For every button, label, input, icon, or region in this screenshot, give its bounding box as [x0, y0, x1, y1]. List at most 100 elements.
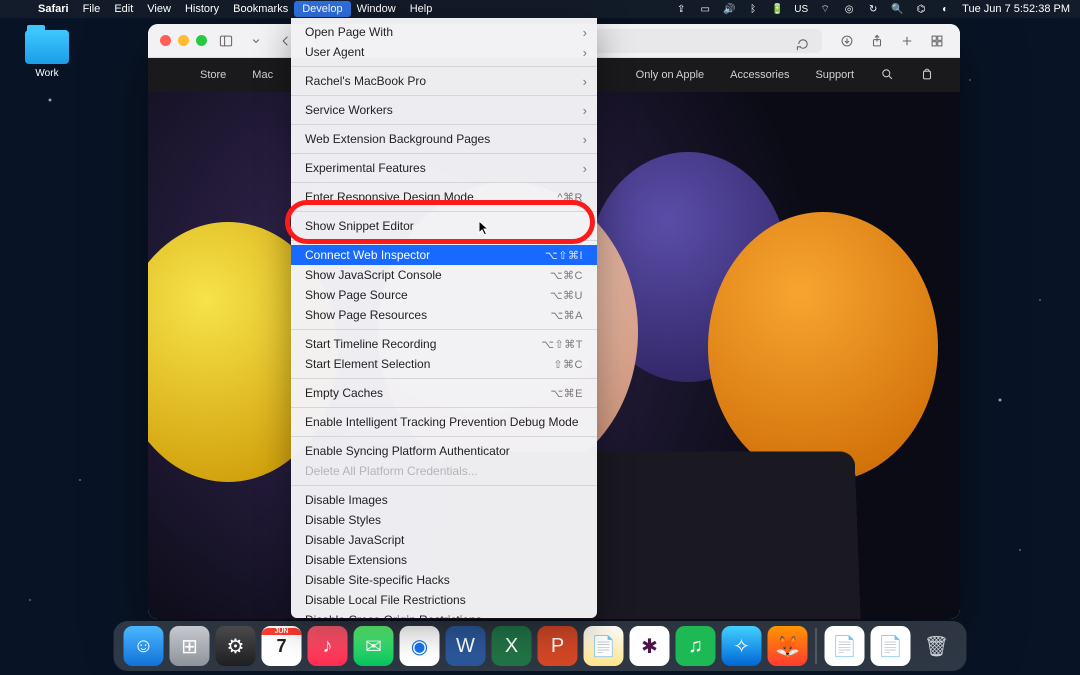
menu-item-enter-responsive-design-mode[interactable]: Enter Responsive Design Mode^⌘R [291, 187, 597, 207]
menu-item-connect-web-inspector[interactable]: Connect Web Inspector⌥⇧⌘I [291, 245, 597, 265]
control-center-icon[interactable]: ⌬ [914, 2, 928, 16]
zoom-button[interactable] [196, 35, 207, 46]
menu-item-show-javascript-console[interactable]: Show JavaScript Console⌥⌘C [291, 265, 597, 285]
menu-item-label: Disable Cross-Origin Restrictions [305, 613, 583, 618]
dock-messages[interactable]: ✉ [354, 626, 394, 666]
dock-word[interactable]: W [446, 626, 486, 666]
menu-item-label: Disable Site-specific Hacks [305, 573, 583, 587]
menu-item-label: Web Extension Background Pages [305, 132, 583, 146]
menu-history[interactable]: History [185, 3, 219, 15]
menu-item-label: Disable Extensions [305, 553, 583, 567]
menu-item-start-timeline-recording[interactable]: Start Timeline Recording⌥⇧⌘T [291, 334, 597, 354]
shortcut-label: ⌥⌘E [550, 387, 583, 400]
menu-item-rachel-s-macbook-pro[interactable]: Rachel's MacBook Pro [291, 71, 597, 91]
nav-store[interactable]: Store [200, 69, 226, 81]
menu-item-service-workers[interactable]: Service Workers [291, 100, 597, 120]
volume-icon[interactable]: 🔊 [722, 2, 736, 16]
menubar: Safari File Edit View History Bookmarks Devel… [0, 0, 1080, 18]
menu-edit[interactable]: Edit [114, 3, 133, 15]
dock-doc1[interactable]: 📄 [825, 626, 865, 666]
share-button[interactable] [866, 30, 888, 52]
menu-item-show-page-source[interactable]: Show Page Source⌥⌘U [291, 285, 597, 305]
menu-item-empty-caches[interactable]: Empty Caches⌥⌘E [291, 383, 597, 403]
battery-icon[interactable]: 🔋 [770, 2, 784, 16]
menu-item-label: Show JavaScript Console [305, 268, 550, 282]
shortcut-label: ⌥⌘C [550, 269, 583, 282]
apple-menu-icon[interactable] [10, 2, 24, 16]
dock-firefox[interactable]: 🦊 [768, 626, 808, 666]
menu-file[interactable]: File [83, 3, 101, 15]
menu-develop[interactable]: Develop [294, 1, 350, 17]
dock-doc2[interactable]: 📄 [871, 626, 911, 666]
user-icon[interactable]: ◎ [842, 2, 856, 16]
tab-overview-button[interactable] [926, 30, 948, 52]
menu-item-label: Show Snippet Editor [305, 219, 583, 233]
menu-item-delete-all-platform-credentials: Delete All Platform Credentials... [291, 461, 597, 481]
menu-item-web-extension-background-pages[interactable]: Web Extension Background Pages [291, 129, 597, 149]
reload-button[interactable] [792, 33, 814, 55]
menu-item-enable-intelligent-tracking-prevention-debug-mode[interactable]: Enable Intelligent Tracking Prevention D… [291, 412, 597, 432]
tab-group-chevron-icon[interactable] [245, 30, 267, 52]
dock-excel[interactable]: X [492, 626, 532, 666]
menu-item-label: Show Page Source [305, 288, 550, 302]
menu-item-user-agent[interactable]: User Agent [291, 42, 597, 62]
dock-calendar[interactable]: 7JUN [262, 626, 302, 666]
menubar-clock[interactable]: Tue Jun 7 5:52:38 PM [962, 3, 1070, 15]
dock-powerpoint[interactable]: P [538, 626, 578, 666]
dock-trash[interactable]: 🗑 [917, 626, 957, 666]
menu-item-show-page-resources[interactable]: Show Page Resources⌥⌘A [291, 305, 597, 325]
menu-item-disable-cross-origin-restrictions[interactable]: Disable Cross-Origin Restrictions [291, 610, 597, 618]
menu-item-disable-images[interactable]: Disable Images [291, 490, 597, 510]
bag-icon[interactable] [920, 67, 934, 84]
dock-launchpad[interactable]: ⊞ [170, 626, 210, 666]
search-icon[interactable] [880, 67, 894, 84]
dock-finder[interactable]: ☺ [124, 626, 164, 666]
menu-item-label: Connect Web Inspector [305, 248, 545, 262]
dock-slack[interactable]: ✱ [630, 626, 670, 666]
menu-view[interactable]: View [147, 3, 171, 15]
app-menu[interactable]: Safari [38, 3, 69, 15]
menu-item-disable-javascript[interactable]: Disable JavaScript [291, 530, 597, 550]
new-tab-button[interactable] [896, 30, 918, 52]
tablet-icon[interactable]: ▭ [698, 2, 712, 16]
siri-icon[interactable]: ◐ [938, 2, 952, 16]
menu-item-label: Show Page Resources [305, 308, 550, 322]
wifi-icon[interactable]: ⌔ [818, 2, 832, 16]
menu-item-enable-syncing-platform-authenticator[interactable]: Enable Syncing Platform Authenticator [291, 441, 597, 461]
dock-music[interactable]: ♪ [308, 626, 348, 666]
sidebar-button[interactable] [215, 30, 237, 52]
dock-notes[interactable]: 📄 [584, 626, 624, 666]
desktop-folder-work[interactable]: Work [22, 30, 72, 79]
bluetooth-icon[interactable]: ᛒ [746, 2, 760, 16]
dock-chrome[interactable]: ◉ [400, 626, 440, 666]
downloads-button[interactable] [836, 30, 858, 52]
menu-help[interactable]: Help [410, 3, 433, 15]
dock-safari[interactable]: ✧ [722, 626, 762, 666]
menu-item-disable-site-specific-hacks[interactable]: Disable Site-specific Hacks [291, 570, 597, 590]
nav-support[interactable]: Support [815, 69, 854, 81]
shortcut-label: ⌥⌘A [550, 309, 583, 322]
menu-item-disable-extensions[interactable]: Disable Extensions [291, 550, 597, 570]
menu-item-start-element-selection[interactable]: Start Element Selection⇧⌘C [291, 354, 597, 374]
menu-item-show-snippet-editor[interactable]: Show Snippet Editor [291, 216, 597, 236]
input-us-icon[interactable]: US [794, 2, 808, 16]
close-button[interactable] [160, 35, 171, 46]
menu-window[interactable]: Window [357, 3, 396, 15]
menu-item-disable-local-file-restrictions[interactable]: Disable Local File Restrictions [291, 590, 597, 610]
nav-mac[interactable]: Mac [252, 69, 273, 81]
shortcut-label: ⌥⇧⌘I [545, 249, 583, 262]
menu-item-disable-styles[interactable]: Disable Styles [291, 510, 597, 530]
menu-item-open-page-with[interactable]: Open Page With [291, 22, 597, 42]
dock-settings[interactable]: ⚙ [216, 626, 256, 666]
dropbox-icon[interactable]: ⇪ [674, 2, 688, 16]
nav-only-on-apple[interactable]: Only on Apple [636, 69, 705, 81]
folder-icon [25, 30, 69, 64]
nav-accessories[interactable]: Accessories [730, 69, 789, 81]
minimize-button[interactable] [178, 35, 189, 46]
spotlight-icon[interactable]: 🔍 [890, 2, 904, 16]
menu-item-label: User Agent [305, 45, 583, 59]
menu-item-experimental-features[interactable]: Experimental Features [291, 158, 597, 178]
menu-bookmarks[interactable]: Bookmarks [233, 3, 288, 15]
sync-icon[interactable]: ↻ [866, 2, 880, 16]
dock-spotify[interactable]: ♫ [676, 626, 716, 666]
